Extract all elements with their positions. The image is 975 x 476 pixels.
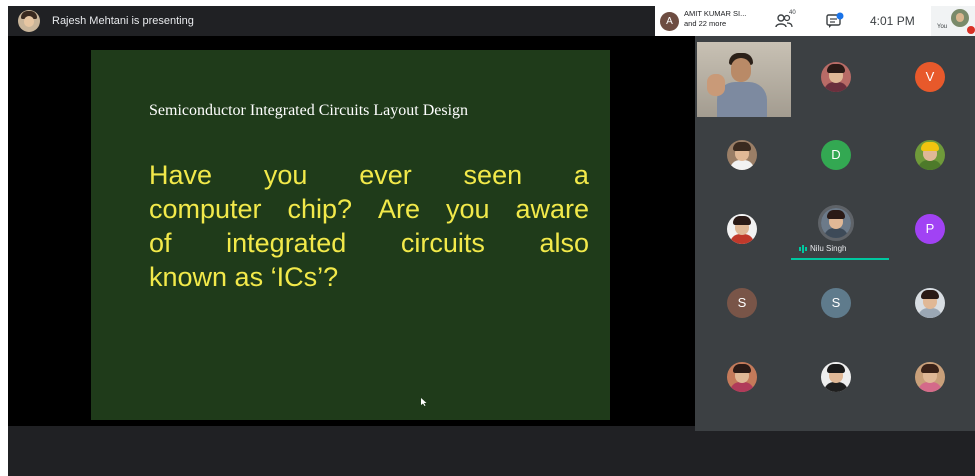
participant-avatar	[727, 361, 757, 392]
slide-word: also	[539, 228, 589, 258]
presenter-avatar	[18, 10, 40, 32]
top-right-controls: A AMIT KUMAR SI... and 22 more 40 4:01 P…	[655, 6, 975, 36]
chat-icon[interactable]	[825, 12, 845, 30]
participant-avatar: P	[915, 213, 945, 244]
participants-summary-more[interactable]: and 22 more	[684, 19, 726, 29]
participant-tile-p7[interactable]	[695, 194, 789, 263]
presenter-video	[697, 42, 791, 117]
slide-word: chip?	[287, 194, 353, 224]
slide-word: seen	[463, 160, 523, 190]
self-avatar	[951, 9, 969, 27]
slide-word: integrated	[226, 228, 347, 258]
participants-summary-avatar[interactable]: A	[660, 12, 679, 31]
participant-avatar	[727, 139, 757, 170]
bottom-area	[8, 426, 975, 476]
people-count: 40	[789, 10, 796, 16]
participant-avatar: V	[915, 61, 945, 92]
participant-tile-p2[interactable]	[789, 42, 883, 111]
slide-body-line: of integrated circuits also	[149, 226, 589, 260]
self-label: You	[937, 24, 948, 30]
participant-avatar	[821, 207, 851, 238]
presentation-slide: Semiconductor Integrated Circuits Layout…	[91, 50, 610, 420]
participant-tile-p4[interactable]	[695, 120, 789, 189]
slide-word: Are	[377, 194, 421, 224]
slide-body: Have you ever seen a computer chip? Are you aware…	[149, 158, 589, 294]
participant-tile-v[interactable]: V	[883, 42, 975, 111]
participant-grid: V D Nilu Singh P S S	[695, 36, 975, 431]
slide-word: known as ‘ICs’?	[149, 262, 339, 292]
participant-tile-p13[interactable]	[695, 342, 789, 411]
slide-word: a	[573, 160, 589, 190]
meet-window: Rajesh Mehtani is presenting A AMIT KUMA…	[8, 6, 975, 476]
participant-tile-p14[interactable]	[789, 342, 883, 411]
participant-avatar: S	[821, 287, 851, 318]
slide-body-line: computer chip? Are you aware	[149, 192, 589, 226]
participant-tile-p15[interactable]	[883, 342, 975, 411]
top-bar: Rajesh Mehtani is presenting A AMIT KUMA…	[8, 6, 975, 36]
self-view[interactable]: You	[931, 6, 975, 36]
participant-avatar	[915, 139, 945, 170]
participant-avatar	[821, 61, 851, 92]
participant-avatar	[821, 361, 851, 392]
participant-avatar: S	[727, 287, 757, 318]
participant-avatar	[915, 287, 945, 318]
participant-avatar	[915, 361, 945, 392]
slide-body-line: known as ‘ICs’?	[149, 260, 589, 294]
slide-word: computer	[149, 194, 262, 224]
active-speaker-underline	[791, 258, 889, 260]
slide-word: you	[263, 160, 308, 190]
participant-avatar	[727, 213, 757, 244]
participant-tile-rajesh[interactable]	[695, 36, 791, 117]
slide-word: you	[445, 194, 490, 224]
slide-word: ever	[359, 160, 412, 190]
participant-tile-p6[interactable]	[883, 120, 975, 189]
participant-tile-p12[interactable]	[883, 268, 975, 337]
slide-word: Have	[149, 160, 213, 190]
slide-title: Semiconductor Integrated Circuits Layout…	[149, 102, 469, 119]
speaking-indicator-icon	[799, 245, 807, 253]
presentation-area: Semiconductor Integrated Circuits Layout…	[8, 36, 695, 426]
mic-muted-indicator	[967, 26, 975, 34]
slide-word: aware	[515, 194, 589, 224]
participant-avatar: D	[821, 139, 851, 170]
participant-tile-d[interactable]: D	[789, 120, 883, 189]
participant-tile-s2[interactable]: S	[789, 268, 883, 337]
participant-name: Nilu Singh	[810, 244, 847, 253]
participant-tile-p[interactable]: P	[883, 194, 975, 263]
mouse-cursor-icon	[421, 398, 427, 406]
slide-word: of	[149, 228, 172, 258]
participant-tile-s1[interactable]: S	[695, 268, 789, 337]
clock: 4:01 PM	[870, 14, 915, 28]
slide-body-line: Have you ever seen a	[149, 158, 589, 192]
participants-summary-name[interactable]: AMIT KUMAR SI...	[684, 9, 746, 19]
participant-tile-nilu[interactable]: Nilu Singh	[789, 194, 889, 263]
presenting-status: Rajesh Mehtani is presenting	[52, 15, 194, 27]
slide-word: circuits	[400, 228, 485, 258]
